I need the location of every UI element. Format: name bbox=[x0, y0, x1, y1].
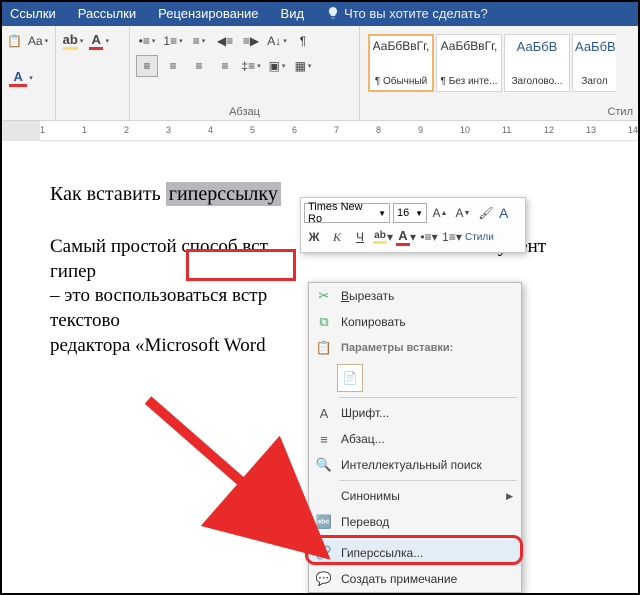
align-left-button[interactable]: ≡ bbox=[136, 55, 158, 77]
format-painter-button[interactable]: 🖌 bbox=[476, 203, 496, 223]
ctx-cut[interactable]: ✂Вырезать bbox=[309, 283, 521, 309]
show-marks-button[interactable]: ¶ bbox=[292, 30, 314, 52]
style-heading2[interactable]: АаБбВЗагол bbox=[572, 34, 616, 92]
tab-review[interactable]: Рецензирование bbox=[158, 6, 258, 21]
outdent-button[interactable]: ◀≡ bbox=[214, 30, 236, 52]
mini-italic-button[interactable]: К bbox=[327, 227, 347, 247]
mini-numbering-button[interactable]: 1≡▾ bbox=[442, 227, 462, 247]
annotation-arrow bbox=[118, 390, 338, 560]
ruler[interactable]: 11234567891011121314 bbox=[0, 121, 640, 141]
tab-mailings[interactable]: Рассылки bbox=[78, 6, 136, 21]
tell-me-search[interactable]: Что вы хотите сделать? bbox=[326, 6, 488, 21]
style-normal[interactable]: АаБбВвГг,¶ Обычный bbox=[368, 34, 434, 92]
ctx-translate[interactable]: 🔤Перевод bbox=[309, 509, 521, 535]
selected-text[interactable]: гиперссылку bbox=[166, 182, 281, 206]
group-styles-label: Стил bbox=[364, 104, 639, 118]
mini-underline-button[interactable]: Ч bbox=[350, 227, 370, 247]
tab-links[interactable]: Ссылки bbox=[10, 6, 56, 21]
justify-button[interactable]: ≡ bbox=[214, 55, 236, 77]
copy-icon: ⧉ bbox=[315, 313, 333, 331]
indent-button[interactable]: ≡▶ bbox=[240, 30, 262, 52]
mini-highlight-button[interactable]: ab▾ bbox=[373, 227, 393, 247]
grow-font-button[interactable]: A▲ bbox=[430, 203, 450, 223]
ctx-synonyms[interactable]: Синонимы▶ bbox=[309, 483, 521, 509]
ctx-paste-header: 📋Параметры вставки: bbox=[309, 335, 521, 361]
sort-button[interactable]: A↓ bbox=[266, 30, 288, 52]
mini-bullets-button[interactable]: •≡▾ bbox=[419, 227, 439, 247]
mini-toolbar: Times New Ro▼ 16▼ A▲ A▼ 🖌 A Ж К Ч ab▾ A▾… bbox=[300, 197, 526, 253]
mini-styles-button[interactable]: A bbox=[499, 205, 508, 221]
ctx-font[interactable]: AШрифт... bbox=[309, 400, 521, 426]
ctx-paragraph[interactable]: ≡Абзац... bbox=[309, 426, 521, 452]
context-menu: ✂Вырезать ⧉Копировать 📋Параметры вставки… bbox=[308, 282, 522, 593]
ctx-copy[interactable]: ⧉Копировать bbox=[309, 309, 521, 335]
comment-icon: 💬 bbox=[315, 570, 333, 588]
shading-button[interactable]: ▣ bbox=[266, 55, 288, 77]
numbering-button[interactable]: 1≡ bbox=[162, 30, 184, 52]
paragraph-icon: ≡ bbox=[315, 430, 333, 448]
mini-size-combo[interactable]: 16▼ bbox=[393, 203, 427, 223]
align-center-button[interactable]: ≡ bbox=[162, 55, 184, 77]
ctx-hyperlink[interactable]: 🔗Гиперссылка... bbox=[309, 540, 521, 566]
font-icon: A bbox=[315, 404, 333, 422]
font-case-button[interactable]: Aa bbox=[27, 30, 49, 52]
paste-option-keep[interactable]: 📄 bbox=[337, 364, 363, 392]
font-color-button[interactable]: A bbox=[6, 67, 36, 89]
ctx-smart-lookup[interactable]: 🔍Интеллектуальный поиск bbox=[309, 452, 521, 478]
multilevel-button[interactable]: ≡ bbox=[188, 30, 210, 52]
lightbulb-icon bbox=[326, 6, 340, 20]
styles-gallery[interactable]: АаБбВвГг,¶ Обычный АаБбВвГг,¶ Без инте..… bbox=[364, 30, 639, 96]
mini-styles-label[interactable]: Стили bbox=[465, 232, 494, 243]
ribbon-tabs: Ссылки Рассылки Рецензирование Вид Что в… bbox=[0, 0, 640, 26]
shrink-font-button[interactable]: A▼ bbox=[453, 203, 473, 223]
borders-button[interactable]: ▦ bbox=[292, 55, 314, 77]
chevron-right-icon: ▶ bbox=[506, 491, 513, 502]
ctx-new-comment[interactable]: 💬Создать примечание bbox=[309, 566, 521, 592]
group-paragraph-label: Абзац bbox=[136, 104, 353, 118]
mini-font-combo[interactable]: Times New Ro▼ bbox=[304, 203, 390, 223]
highlight-button[interactable]: ab bbox=[62, 30, 84, 52]
mini-bold-button[interactable]: Ж bbox=[304, 227, 324, 247]
clipboard-button[interactable]: 📋 bbox=[6, 30, 23, 52]
link-icon: 🔗 bbox=[315, 544, 333, 562]
align-right-button[interactable]: ≡ bbox=[188, 55, 210, 77]
line-spacing-button[interactable]: ‡≡ bbox=[240, 55, 262, 77]
ribbon: 📋Aa A ab A •≡ 1≡ ≡ ◀≡ ≡▶ A↓ ¶ ≡ ≡ bbox=[0, 26, 640, 121]
search-icon: 🔍 bbox=[315, 456, 333, 474]
tab-view[interactable]: Вид bbox=[281, 6, 305, 21]
translate-icon: 🔤 bbox=[315, 513, 333, 531]
bullets-button[interactable]: •≡ bbox=[136, 30, 158, 52]
font-color2-button[interactable]: A bbox=[88, 30, 110, 52]
mini-fontcolor-button[interactable]: A▾ bbox=[396, 227, 416, 247]
cut-icon: ✂ bbox=[315, 287, 333, 305]
paste-icon: 📋 bbox=[315, 339, 333, 357]
style-heading1[interactable]: АаБбВЗаголово... bbox=[504, 34, 570, 92]
style-nospacing[interactable]: АаБбВвГг,¶ Без инте... bbox=[436, 34, 502, 92]
